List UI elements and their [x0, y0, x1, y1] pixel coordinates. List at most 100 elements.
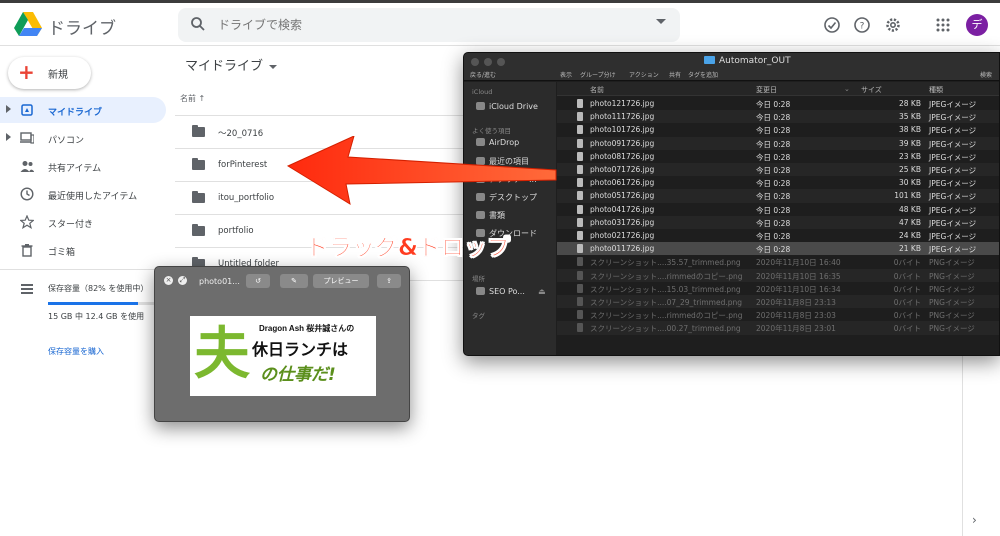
sidebar-item-people[interactable]: 共有アイテム [0, 153, 166, 179]
drag-arrow-icon [286, 136, 557, 206]
drive-topbar: ドライブ ? デ [0, 0, 1000, 46]
clock-icon [20, 187, 34, 201]
close-window-icon[interactable] [471, 58, 479, 66]
sidebar-item-icloud-drive[interactable]: iCloud Drive [476, 102, 538, 111]
sidebar-item-favorite[interactable]: 書類 [476, 210, 505, 221]
toolbar-search[interactable]: 検索 [980, 70, 992, 79]
chevron-right-icon[interactable]: › [972, 513, 977, 527]
file-row[interactable]: photo091726.jpg 今日 0:28 39 KB JPEGイメージ [557, 136, 999, 150]
file-thumbnail-icon [577, 99, 583, 108]
toolbar-action[interactable]: アクション [629, 70, 659, 79]
file-row[interactable]: photo051726.jpg 今日 0:28 101 KB JPEGイメージ [557, 189, 999, 203]
sort-chevron-icon[interactable]: ⌄ [844, 85, 850, 93]
search-box[interactable] [178, 8, 680, 42]
file-row[interactable]: photo101726.jpg 今日 0:28 38 KB JPEGイメージ [557, 123, 999, 136]
file-kind: JPEGイメージ [929, 139, 977, 149]
file-row[interactable]: スクリーンショット....rimmedのコピー.png 2020年11月10日 1… [557, 268, 999, 282]
fullscreen-icon[interactable]: ⤢ [178, 276, 187, 285]
sidebar-item-drive[interactable]: マイドライブ [0, 97, 166, 123]
buy-storage-link[interactable]: 保存容量を購入 [48, 346, 104, 357]
folder-icon [192, 125, 205, 137]
file-thumbnail-icon [577, 165, 583, 174]
open-preview-button[interactable]: プレビュー [313, 274, 369, 288]
offline-status-icon[interactable] [823, 16, 841, 34]
search-icon[interactable] [190, 16, 206, 32]
file-size: 0バイト [893, 258, 921, 268]
file-date: 今日 0:28 [756, 179, 791, 189]
drive-logo-icon[interactable] [14, 11, 42, 37]
file-thumbnail-icon [577, 270, 583, 280]
expand-arrow-icon[interactable] [6, 105, 11, 113]
file-size: 24 KB [899, 231, 921, 240]
documents-icon [476, 211, 485, 219]
expand-arrow-icon[interactable] [6, 133, 11, 141]
sidebar-item-computer[interactable]: パソコン [0, 125, 166, 151]
file-row[interactable]: スクリーンショット....35.57_trimmed.png 2020年11月10… [557, 255, 999, 268]
file-row[interactable]: photo061726.jpg 今日 0:28 30 KB JPEGイメージ [557, 176, 999, 189]
sidebar-item-label: スター付き [48, 220, 94, 230]
storage-label[interactable]: 保存容量（82% を使用中） [48, 283, 148, 294]
new-button[interactable]: + 新規 [8, 57, 91, 89]
new-button-label: 新規 [48, 70, 68, 81]
column-modified[interactable]: 変更日 [756, 85, 777, 95]
account-avatar[interactable]: デ [966, 14, 988, 36]
sidebar-item-label: 共有アイテム [48, 164, 102, 174]
file-row[interactable]: photo081726.jpg 今日 0:28 23 KB JPEGイメージ [557, 150, 999, 163]
cloud-icon [476, 102, 485, 110]
file-date: 2020年11月10日 16:35 [756, 271, 841, 281]
file-size: 28 KB [899, 99, 921, 108]
column-kind[interactable]: 種類 [929, 85, 943, 95]
sidebar-item-star[interactable]: スター付き [0, 209, 166, 235]
zoom-window-icon[interactable] [497, 58, 505, 66]
folder-icon [192, 224, 205, 236]
file-row[interactable]: photo021726.jpg 今日 0:28 24 KB JPEGイメージ [557, 229, 999, 242]
file-row[interactable]: photo031726.jpg 今日 0:28 47 KB JPEGイメージ [557, 215, 999, 229]
search-input[interactable] [218, 14, 638, 36]
file-row[interactable]: スクリーンショット....07_29_trimmed.png 2020年11月8日… [557, 295, 999, 309]
file-row[interactable]: スクリーンショット....00.27_trimmed.png 2020年11月8日… [557, 321, 999, 335]
page-title[interactable]: マイドライブ [185, 55, 278, 74]
column-size[interactable]: サイズ [861, 85, 882, 95]
sidebar-item-clock[interactable]: 最近使用したアイテム [0, 181, 166, 207]
minimize-window-icon[interactable] [484, 58, 492, 66]
file-row[interactable]: スクリーンショット....15.03_trimmed.png 2020年11月10… [557, 282, 999, 295]
file-date: 今日 0:28 [756, 100, 791, 109]
file-row[interactable]: photo041726.jpg 今日 0:28 48 KB JPEGイメージ [557, 203, 999, 216]
file-row[interactable]: photo011726.jpg 今日 0:28 21 KB JPEGイメージ [557, 242, 999, 256]
search-options-icon[interactable] [656, 19, 666, 24]
file-kind: JPEGイメージ [929, 232, 977, 241]
toolbar-group[interactable]: グループ分け [580, 70, 616, 79]
apps-grid-icon[interactable] [934, 16, 952, 34]
file-row[interactable]: photo111726.jpg 今日 0:28 35 KB JPEGイメージ [557, 110, 999, 124]
settings-gear-icon[interactable] [884, 16, 902, 34]
sidebar-section-icloud: iCloud [472, 88, 493, 96]
column-name[interactable]: 名前 [590, 85, 604, 95]
file-row[interactable]: photo121726.jpg 今日 0:28 28 KB JPEGイメージ [557, 97, 999, 110]
eject-icon[interactable]: ⏏ [538, 287, 546, 296]
markup-pen-icon[interactable]: ✎ [280, 274, 308, 288]
sidebar-item-trash[interactable]: ゴミ箱 [0, 237, 166, 263]
toolbar-add-tag[interactable]: タグを追加 [688, 70, 718, 79]
preview-image-big-char: 夫 [194, 322, 250, 387]
file-size: 30 KB [899, 178, 921, 188]
sidebar-item-seo-po[interactable]: SEO Po... [476, 287, 525, 296]
rotate-icon[interactable]: ↺ [246, 274, 270, 288]
people-icon [20, 161, 34, 172]
help-icon[interactable]: ? [853, 16, 871, 34]
file-kind: JPEGイメージ [929, 218, 977, 228]
toolbar-back-forward[interactable]: 戻る/進む [470, 70, 496, 79]
sidebar-item-label: 最近使用したアイテム [48, 192, 138, 202]
toolbar-share[interactable]: 共有 [669, 70, 681, 79]
column-header-name[interactable]: 名前 ↑ [180, 93, 205, 104]
close-icon[interactable]: × [164, 276, 173, 285]
chevron-down-icon [269, 64, 278, 69]
file-row[interactable]: スクリーンショット....rimmedのコピー.png 2020年11月8日 23… [557, 308, 999, 321]
file-size: 48 KB [899, 204, 921, 214]
file-date: 2020年11月10日 16:40 [756, 258, 841, 268]
toolbar-view[interactable]: 表示 [560, 70, 572, 79]
file-row[interactable]: photo071726.jpg 今日 0:28 25 KB JPEGイメージ [557, 163, 999, 177]
file-kind: PNGイメージ [929, 271, 975, 281]
share-icon[interactable]: ⇪ [377, 274, 401, 288]
file-kind: JPEGイメージ [929, 179, 977, 189]
page-title-text: マイドライブ [185, 59, 264, 74]
